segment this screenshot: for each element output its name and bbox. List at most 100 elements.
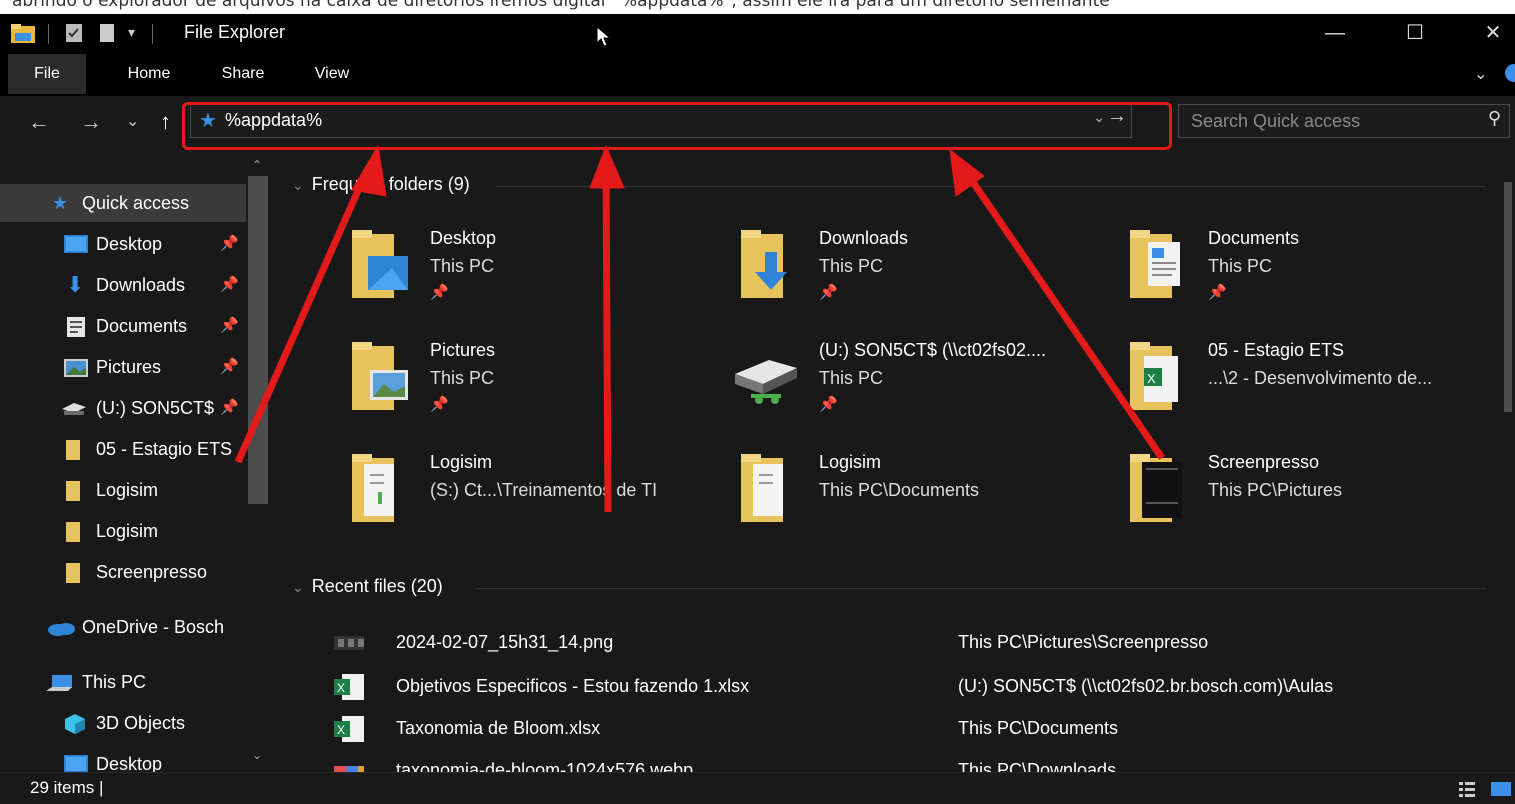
- recent-file-row[interactable]: taxonomia-de-bloom-1024x576.webp This PC…: [328, 752, 1478, 772]
- properties-icon[interactable]: [64, 22, 84, 44]
- mouse-cursor-icon: [596, 26, 612, 47]
- folder-name: Screenpresso: [1208, 452, 1320, 472]
- recent-file-row[interactable]: 2024-02-07_15h31_14.png This PC\Pictures…: [328, 624, 1478, 662]
- sidebar-item-logisim[interactable]: Logisim: [0, 471, 246, 509]
- sidebar-item-3d-objects[interactable]: 3D Objects: [0, 704, 246, 742]
- svg-text:X: X: [337, 723, 345, 737]
- caption-strip: abrindo o explorador de arquivos na caix…: [0, 0, 1515, 14]
- excel-folder-icon: X: [1130, 342, 1178, 410]
- recent-file-row[interactable]: X Taxonomia de Bloom.xlsx This PC\Docume…: [328, 710, 1478, 748]
- search-icon[interactable]: ⚲: [1488, 108, 1501, 129]
- file-name: Objetivos Especificos - Estou fazendo 1.…: [396, 676, 750, 696]
- customize-toolbar-icon[interactable]: ▾: [128, 24, 135, 41]
- ribbon-tabs: File Home Share View ⌄: [0, 54, 1515, 96]
- folder-name: Desktop: [430, 228, 497, 248]
- forward-button[interactable]: →: [80, 108, 102, 136]
- sidebar-item-downloads[interactable]: ⬇ Downloads 📌: [0, 266, 246, 304]
- content-scroll-thumb[interactable]: [1504, 182, 1512, 412]
- address-input[interactable]: [225, 108, 1085, 132]
- pin-icon: 📌: [430, 396, 449, 413]
- desktop-folder-icon: [352, 230, 408, 298]
- address-bar[interactable]: ★ ⌄ →: [190, 104, 1132, 138]
- details-view-icon[interactable]: [1458, 780, 1476, 798]
- go-arrow-icon[interactable]: →: [1107, 105, 1127, 128]
- close-button[interactable]: ✕: [1470, 18, 1515, 48]
- sidebar-item-documents[interactable]: Documents 📌: [0, 307, 246, 345]
- recent-files-header[interactable]: ⌄ Recent files (20): [292, 576, 443, 597]
- section-title: Recent files (20): [311, 576, 443, 596]
- content-pane: ⌄ Frequent folders (9) Desktop This PC 📌 …: [276, 152, 1515, 772]
- folder-tile-pictures[interactable]: Pictures This PC 📌: [352, 340, 722, 440]
- sidebar-item-onedrive[interactable]: OneDrive - Bosch: [0, 608, 246, 646]
- folder-app-icon[interactable]: [10, 22, 36, 44]
- folder-tile-downloads[interactable]: Downloads This PC 📌: [741, 228, 1111, 328]
- recent-locations-button[interactable]: ⌄: [126, 108, 139, 136]
- folder-tile-desktop[interactable]: Desktop This PC 📌: [352, 228, 722, 328]
- sidebar-item-label: Desktop: [96, 234, 163, 254]
- tab-file[interactable]: File: [8, 54, 86, 94]
- content-scrollbar[interactable]: [1501, 152, 1515, 772]
- svg-text:X: X: [337, 681, 345, 695]
- address-dropdown-icon[interactable]: ⌄: [1093, 109, 1105, 126]
- search-input[interactable]: [1189, 108, 1473, 134]
- sidebar-item-label: 3D Objects: [96, 713, 186, 733]
- scroll-up-icon[interactable]: ⌃: [252, 158, 262, 172]
- minimize-button[interactable]: —: [1312, 18, 1358, 48]
- sidebar-item-quick-access[interactable]: ★ Quick access: [0, 184, 246, 222]
- pin-icon: 📌: [220, 317, 239, 334]
- folder-tile-logisim-s[interactable]: Logisim (S:) Ct...\Treinamentos de TI: [352, 452, 722, 552]
- navigation-pane: ★ Quick access Desktop 📌 ⬇ Downloads 📌 D…: [0, 152, 272, 772]
- help-icon[interactable]: [1505, 64, 1515, 82]
- up-button[interactable]: ↑: [160, 108, 171, 136]
- tab-view[interactable]: View: [300, 54, 364, 94]
- scroll-down-icon[interactable]: ⌄: [252, 748, 262, 762]
- pictures-icon: [64, 359, 88, 377]
- sidebar-scrollbar[interactable]: ⌃ ⌄: [246, 152, 272, 772]
- pin-icon: 📌: [220, 358, 239, 375]
- tab-share[interactable]: Share: [208, 54, 278, 94]
- back-button[interactable]: ←: [28, 108, 50, 136]
- frequent-folders-header[interactable]: ⌄ Frequent folders (9): [292, 174, 470, 195]
- sidebar-item-label: Documents: [96, 316, 188, 336]
- sidebar-item-estagio[interactable]: 05 - Estagio ETS: [0, 430, 246, 468]
- network-drive-icon: [735, 360, 797, 404]
- collapse-chevron-icon: ⌄: [292, 177, 304, 193]
- sidebar-item-label: (U:) SON5CT$: [96, 398, 215, 418]
- new-folder-icon[interactable]: [98, 22, 116, 44]
- sidebar-item-this-pc[interactable]: This PC: [0, 663, 246, 701]
- folder-name: Documents: [1208, 228, 1300, 248]
- sidebar-item-logisim-2[interactable]: Logisim: [0, 512, 246, 550]
- large-icons-view-icon[interactable]: [1490, 780, 1512, 798]
- expand-ribbon-icon[interactable]: ⌄: [1474, 64, 1487, 84]
- recent-file-row[interactable]: X Objetivos Especificos - Estou fazendo …: [328, 668, 1478, 706]
- folder-tile-documents[interactable]: Documents This PC 📌: [1130, 228, 1500, 328]
- folder-tile-logisim-docs[interactable]: Logisim This PC\Documents: [741, 452, 1111, 552]
- file-name: 2024-02-07_15h31_14.png: [396, 632, 614, 652]
- pin-icon: 📌: [819, 396, 838, 413]
- sidebar-item-desktop[interactable]: Desktop 📌: [0, 225, 246, 263]
- folder-name: Logisim: [819, 452, 882, 472]
- tab-home[interactable]: Home: [112, 54, 186, 94]
- pin-icon: 📌: [819, 284, 838, 301]
- folder-with-files-icon: [741, 454, 783, 522]
- sidebar-item-label: Desktop: [96, 754, 163, 772]
- folder-location: ...\2 - Desenvolvimento de...: [1208, 368, 1433, 388]
- desktop-icon: [64, 755, 88, 772]
- network-drive-icon: [62, 403, 86, 415]
- maximize-button[interactable]: ☐: [1392, 18, 1438, 48]
- folder-tile-screenpresso[interactable]: Screenpresso This PC\Pictures: [1130, 452, 1500, 552]
- sidebar-item-pictures[interactable]: Pictures 📌: [0, 348, 246, 386]
- folder-location: (S:) Ct...\Treinamentos de TI: [430, 480, 658, 500]
- sidebar-scroll-thumb[interactable]: [248, 176, 268, 504]
- folder-tile-estagio[interactable]: X 05 - Estagio ETS ...\2 - Desenvolvimen…: [1130, 340, 1500, 440]
- screenpresso-folder-icon: [1130, 454, 1182, 522]
- folder-location: This PC: [819, 368, 884, 388]
- sidebar-item-desktop-2[interactable]: Desktop: [0, 745, 246, 772]
- sidebar-item-screenpresso[interactable]: Screenpresso: [0, 553, 246, 591]
- search-box[interactable]: ⚲: [1178, 104, 1510, 138]
- folder-icon: [66, 481, 80, 501]
- folder-tile-network-drive[interactable]: (U:) SON5CT$ (\\ct02fs02.... This PC 📌: [735, 340, 1111, 440]
- sidebar-item-network-drive[interactable]: (U:) SON5CT$ 📌: [0, 389, 246, 427]
- file-name: taxonomia-de-bloom-1024x576.webp: [396, 760, 694, 772]
- folder-name: Logisim: [430, 452, 493, 472]
